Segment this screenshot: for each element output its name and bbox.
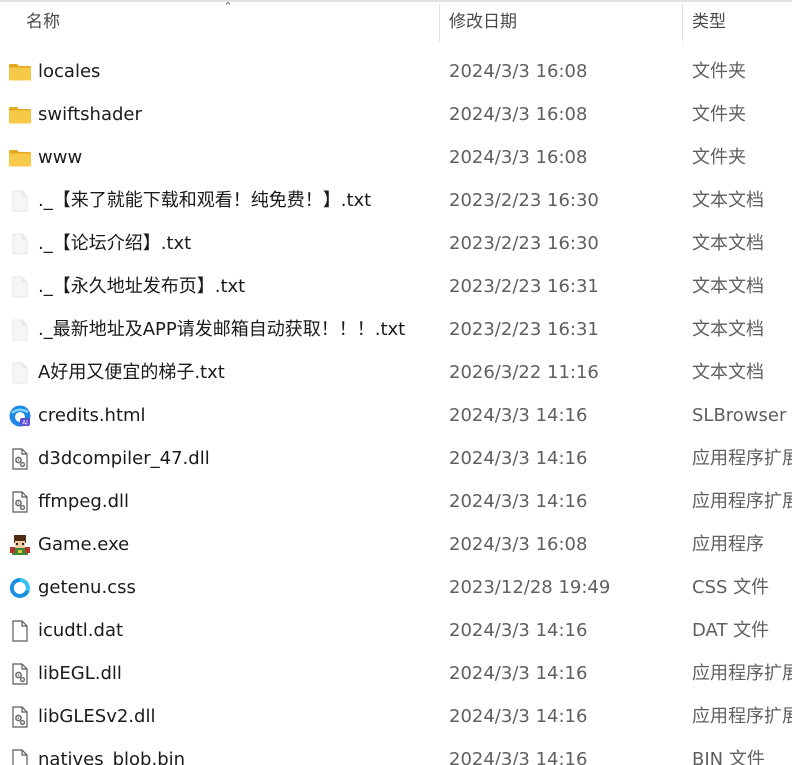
folder-icon bbox=[8, 60, 32, 84]
file-row[interactable]: AI credits.html 2024/3/3 14:16 SLBrowser H bbox=[0, 394, 792, 437]
dll-file-icon bbox=[8, 705, 32, 729]
file-row[interactable]: locales 2024/3/3 16:08 文件夹 bbox=[0, 50, 792, 93]
file-name: libGLESv2.dll bbox=[38, 706, 156, 727]
file-explorer: ⌃ 名称 修改日期 类型 locales 2024/3/3 16:08 文件夹 swi… bbox=[0, 0, 792, 765]
file-modified-date: 2024/3/3 14:16 bbox=[449, 663, 588, 684]
column-header-date[interactable]: 修改日期 bbox=[449, 0, 517, 45]
game-exe-icon bbox=[8, 533, 32, 557]
file-row[interactable]: ._【永久地址发布页】.txt 2023/2/23 16:31 文本文档 bbox=[0, 265, 792, 308]
browser-icon: AI bbox=[8, 404, 32, 428]
css-file-icon bbox=[8, 576, 32, 600]
file-row[interactable]: getenu.css 2023/12/28 19:49 CSS 文件 bbox=[0, 566, 792, 609]
file-name: www bbox=[38, 147, 83, 168]
file-type: 文本文档 bbox=[692, 190, 764, 211]
file-row[interactable]: Game.exe 2024/3/3 16:08 应用程序 bbox=[0, 523, 792, 566]
file-modified-date: 2023/12/28 19:49 bbox=[449, 577, 611, 598]
file-type: 应用程序扩展 bbox=[692, 663, 792, 684]
file-name: ._【永久地址发布页】.txt bbox=[38, 276, 246, 297]
file-type: 文本文档 bbox=[692, 233, 764, 254]
text-file-icon bbox=[8, 361, 32, 385]
column-header-name[interactable]: 名称 bbox=[26, 0, 60, 45]
file-type: CSS 文件 bbox=[692, 577, 770, 598]
file-type: 应用程序扩展 bbox=[692, 491, 792, 512]
file-modified-date: 2024/3/3 14:16 bbox=[449, 448, 588, 469]
file-row[interactable]: libEGL.dll 2024/3/3 14:16 应用程序扩展 bbox=[0, 652, 792, 695]
svg-text:AI: AI bbox=[22, 420, 28, 427]
folder-icon bbox=[8, 146, 32, 170]
dll-file-icon bbox=[8, 447, 32, 471]
file-modified-date: 2024/3/3 16:08 bbox=[449, 104, 588, 125]
file-row[interactable]: ._【论坛介绍】.txt 2023/2/23 16:30 文本文档 bbox=[0, 222, 792, 265]
file-modified-date: 2023/2/23 16:30 bbox=[449, 233, 599, 254]
file-type: 文本文档 bbox=[692, 319, 764, 340]
column-header-bar: ⌃ 名称 修改日期 类型 bbox=[0, 0, 792, 45]
file-modified-date: 2026/3/22 11:16 bbox=[449, 362, 599, 383]
file-row[interactable]: swiftshader 2024/3/3 16:08 文件夹 bbox=[0, 93, 792, 136]
file-type: 文件夹 bbox=[692, 147, 746, 168]
file-modified-date: 2023/2/23 16:31 bbox=[449, 319, 599, 340]
file-modified-date: 2024/3/3 14:16 bbox=[449, 749, 588, 765]
file-row[interactable]: ._【来了就能下载和观看！纯免费！】.txt 2023/2/23 16:30 文本文… bbox=[0, 179, 792, 222]
header-top-border bbox=[0, 0, 792, 2]
file-type: 应用程序扩展 bbox=[692, 706, 792, 727]
file-name: d3dcompiler_47.dll bbox=[38, 448, 210, 469]
file-row[interactable]: ffmpeg.dll 2024/3/3 14:16 应用程序扩展 bbox=[0, 480, 792, 523]
file-name: getenu.css bbox=[38, 577, 136, 598]
file-modified-date: 2023/2/23 16:30 bbox=[449, 190, 599, 211]
file-name: locales bbox=[38, 61, 101, 82]
file-name: Game.exe bbox=[38, 534, 130, 555]
file-type: 文本文档 bbox=[692, 362, 764, 383]
file-row[interactable]: natives_blob.bin 2024/3/3 14:16 BIN 文件 bbox=[0, 738, 792, 765]
file-name: ._最新地址及APP请发邮箱自动获取！！！.txt bbox=[38, 319, 406, 340]
file-modified-date: 2023/2/23 16:31 bbox=[449, 276, 599, 297]
file-type: 应用程序扩展 bbox=[692, 448, 792, 469]
column-header-type[interactable]: 类型 bbox=[692, 0, 726, 45]
file-type: SLBrowser H bbox=[692, 405, 792, 426]
file-type: 应用程序 bbox=[692, 534, 764, 555]
file-name: libEGL.dll bbox=[38, 663, 122, 684]
file-modified-date: 2024/3/3 14:16 bbox=[449, 706, 588, 727]
text-file-icon bbox=[8, 232, 32, 256]
file-row[interactable]: A好用又便宜的梯子.txt 2026/3/22 11:16 文本文档 bbox=[0, 351, 792, 394]
file-type: DAT 文件 bbox=[692, 620, 770, 641]
file-modified-date: 2024/3/3 16:08 bbox=[449, 147, 588, 168]
file-row[interactable]: libGLESv2.dll 2024/3/3 14:16 应用程序扩展 bbox=[0, 695, 792, 738]
file-name: natives_blob.bin bbox=[38, 749, 186, 765]
file-list: locales 2024/3/3 16:08 文件夹 swiftshader 2024/… bbox=[0, 50, 792, 765]
file-name: credits.html bbox=[38, 405, 146, 426]
file-modified-date: 2024/3/3 14:16 bbox=[449, 491, 588, 512]
file-name: A好用又便宜的梯子.txt bbox=[38, 362, 225, 383]
dll-file-icon bbox=[8, 662, 32, 686]
file-type: 文件夹 bbox=[692, 61, 746, 82]
file-type: 文本文档 bbox=[692, 276, 764, 297]
file-name: icudtl.dat bbox=[38, 620, 124, 641]
dll-file-icon bbox=[8, 490, 32, 514]
file-modified-date: 2024/3/3 14:16 bbox=[449, 620, 588, 641]
file-type: BIN 文件 bbox=[692, 749, 765, 765]
file-row[interactable]: www 2024/3/3 16:08 文件夹 bbox=[0, 136, 792, 179]
file-name: ._【来了就能下载和观看！纯免费！】.txt bbox=[38, 190, 372, 211]
file-row[interactable]: icudtl.dat 2024/3/3 14:16 DAT 文件 bbox=[0, 609, 792, 652]
file-row[interactable]: d3dcompiler_47.dll 2024/3/3 14:16 应用程序扩展 bbox=[0, 437, 792, 480]
file-row[interactable]: ._最新地址及APP请发邮箱自动获取！！！.txt 2023/2/23 16:31… bbox=[0, 308, 792, 351]
file-name: ffmpeg.dll bbox=[38, 491, 130, 512]
file-modified-date: 2024/3/3 16:08 bbox=[449, 534, 588, 555]
file-name: swiftshader bbox=[38, 104, 142, 125]
file-modified-date: 2024/3/3 14:16 bbox=[449, 405, 588, 426]
file-modified-date: 2024/3/3 16:08 bbox=[449, 61, 588, 82]
file-type: 文件夹 bbox=[692, 104, 746, 125]
file-name: ._【论坛介绍】.txt bbox=[38, 233, 192, 254]
text-file-icon bbox=[8, 275, 32, 299]
text-file-icon bbox=[8, 318, 32, 342]
column-divider[interactable] bbox=[439, 4, 440, 42]
column-divider[interactable] bbox=[682, 4, 683, 42]
text-file-icon bbox=[8, 189, 32, 213]
blank-file-icon bbox=[8, 748, 32, 765]
blank-file-icon bbox=[8, 619, 32, 643]
sort-ascending-icon: ⌃ bbox=[223, 0, 233, 13]
folder-icon bbox=[8, 103, 32, 127]
